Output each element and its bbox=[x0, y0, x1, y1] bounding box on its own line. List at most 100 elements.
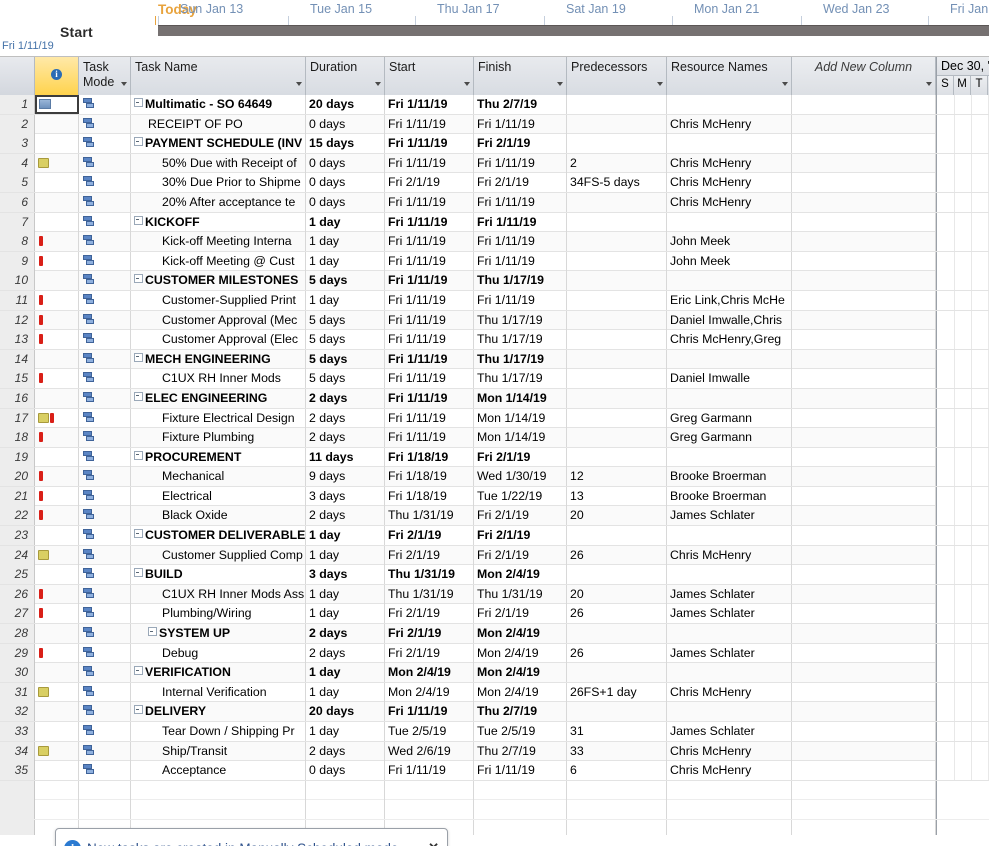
collapse-toggle-icon[interactable] bbox=[148, 627, 157, 637]
alert-indicator-icon[interactable] bbox=[39, 490, 43, 501]
auto-scheduled-icon[interactable] bbox=[83, 568, 95, 579]
row-start[interactable]: Fri 1/11/19 bbox=[385, 428, 474, 448]
row-number[interactable]: 14 bbox=[0, 349, 35, 369]
gantt-day-letter[interactable]: S bbox=[937, 76, 954, 95]
row-start[interactable]: Fri 1/11/19 bbox=[385, 114, 474, 134]
row-start[interactable]: Fri 1/11/19 bbox=[385, 192, 474, 212]
gantt-row-area[interactable] bbox=[936, 447, 989, 467]
row-duration[interactable]: 1 day bbox=[306, 251, 385, 271]
row-indicators[interactable] bbox=[35, 212, 79, 232]
gantt-row-area[interactable] bbox=[936, 722, 989, 741]
row-resource-names[interactable]: Brooke Broerman bbox=[667, 486, 792, 506]
row-add-new-column-cell[interactable] bbox=[792, 349, 936, 369]
empty-cell[interactable] bbox=[79, 800, 131, 820]
row-indicators[interactable] bbox=[35, 369, 79, 389]
empty-cell[interactable] bbox=[306, 800, 385, 820]
row-add-new-column-cell[interactable] bbox=[792, 624, 936, 644]
table-row[interactable]: 14 MECH ENGINEERING 5 days Fri 1/11/19 Thu 1… bbox=[0, 349, 989, 370]
gantt-row-area[interactable] bbox=[936, 114, 989, 134]
column-header-duration[interactable]: Duration bbox=[306, 57, 385, 95]
auto-scheduled-icon[interactable] bbox=[83, 705, 95, 716]
row-add-new-column-cell[interactable] bbox=[792, 428, 936, 448]
gantt-row-area[interactable] bbox=[936, 330, 989, 350]
auto-scheduled-icon[interactable] bbox=[83, 450, 95, 462]
row-predecessors[interactable] bbox=[567, 330, 667, 350]
close-icon[interactable]: ✕ bbox=[422, 840, 439, 846]
row-resource-names[interactable]: Chris McHenry bbox=[667, 682, 792, 702]
row-resource-names[interactable]: Chris McHenry bbox=[667, 545, 792, 565]
row-task-mode[interactable] bbox=[79, 330, 131, 350]
row-duration[interactable]: 5 days bbox=[306, 310, 385, 330]
row-duration[interactable]: 1 day bbox=[306, 545, 385, 565]
table-row[interactable]: 10 CUSTOMER MILESTONES 5 days Fri 1/11/19 Th… bbox=[0, 271, 989, 291]
row-number[interactable]: 7 bbox=[0, 212, 35, 232]
chevron-down-icon[interactable] bbox=[657, 82, 663, 86]
row-resource-names[interactable] bbox=[667, 134, 792, 154]
row-resource-names[interactable]: Greg Garmann bbox=[667, 408, 792, 428]
row-add-new-column-cell[interactable] bbox=[792, 761, 936, 781]
row-start[interactable]: Thu 1/31/19 bbox=[385, 506, 474, 526]
gantt-row-area[interactable] bbox=[936, 153, 989, 173]
row-duration[interactable]: 2 days bbox=[306, 428, 385, 448]
row-resource-names[interactable]: Chris McHenry bbox=[667, 192, 792, 212]
row-indicators[interactable] bbox=[35, 643, 79, 663]
row-finish[interactable]: Fri 2/1/19 bbox=[474, 545, 567, 565]
row-duration[interactable]: 20 days bbox=[306, 95, 385, 114]
row-resource-names[interactable]: John Meek bbox=[667, 232, 792, 252]
row-task-name[interactable]: SYSTEM UP bbox=[131, 624, 306, 644]
row-resource-names[interactable]: John Meek bbox=[667, 251, 792, 271]
empty-cell[interactable] bbox=[474, 800, 567, 820]
row-resource-names[interactable]: Eric Link,Chris McHe bbox=[667, 290, 792, 310]
column-header-add-new-column[interactable]: Add New Column bbox=[792, 57, 936, 95]
row-duration[interactable]: 1 day bbox=[306, 232, 385, 252]
gantt-row-area[interactable] bbox=[936, 663, 989, 683]
row-start[interactable]: Mon 2/4/19 bbox=[385, 682, 474, 702]
alert-indicator-icon[interactable] bbox=[39, 294, 43, 305]
row-number[interactable]: 18 bbox=[0, 428, 35, 448]
row-add-new-column-cell[interactable] bbox=[792, 722, 936, 741]
row-task-mode[interactable] bbox=[79, 663, 131, 683]
row-finish[interactable]: Mon 2/4/19 bbox=[474, 643, 567, 663]
table-row[interactable]: 8 Kick-off Meeting Interna 1 day Fri 1/11/1… bbox=[0, 232, 989, 252]
row-task-name[interactable]: BUILD bbox=[131, 565, 306, 585]
row-duration[interactable]: 15 days bbox=[306, 134, 385, 154]
row-predecessors[interactable] bbox=[567, 565, 667, 585]
row-predecessors[interactable] bbox=[567, 526, 667, 546]
row-task-name[interactable]: PAYMENT SCHEDULE (INV bbox=[131, 134, 306, 154]
row-duration[interactable]: 1 day bbox=[306, 212, 385, 232]
row-add-new-column-cell[interactable] bbox=[792, 663, 936, 683]
row-start[interactable]: Fri 1/11/19 bbox=[385, 134, 474, 154]
row-finish[interactable]: Mon 2/4/19 bbox=[474, 565, 567, 585]
table-row[interactable]: 17 Fixture Electrical Design 2 days Fri 1/1… bbox=[0, 408, 989, 429]
row-start[interactable]: Fri 2/1/19 bbox=[385, 643, 474, 663]
auto-scheduled-icon[interactable] bbox=[83, 254, 95, 266]
empty-table-row[interactable] bbox=[0, 800, 989, 820]
row-indicators[interactable] bbox=[35, 428, 79, 448]
column-header-start[interactable]: Start bbox=[385, 57, 474, 95]
row-predecessors[interactable] bbox=[567, 212, 667, 232]
row-finish[interactable]: Fri 1/11/19 bbox=[474, 212, 567, 232]
row-number[interactable]: 11 bbox=[0, 290, 35, 310]
gantt-row-area[interactable] bbox=[936, 192, 989, 212]
auto-scheduled-icon[interactable] bbox=[83, 137, 95, 148]
row-add-new-column-cell[interactable] bbox=[792, 506, 936, 526]
row-duration[interactable]: 2 days bbox=[306, 741, 385, 761]
empty-cell[interactable] bbox=[79, 780, 131, 800]
row-duration[interactable]: 3 days bbox=[306, 565, 385, 585]
chevron-down-icon[interactable] bbox=[464, 82, 470, 86]
column-header-task-mode[interactable]: Task Mode bbox=[79, 57, 131, 95]
row-predecessors[interactable] bbox=[567, 95, 667, 114]
gantt-row-area[interactable] bbox=[936, 388, 989, 408]
row-resource-names[interactable]: Chris McHenry bbox=[667, 741, 792, 761]
row-add-new-column-cell[interactable] bbox=[792, 134, 936, 154]
row-add-new-column-cell[interactable] bbox=[792, 702, 936, 722]
row-number[interactable]: 22 bbox=[0, 506, 35, 526]
row-resource-names[interactable] bbox=[667, 565, 792, 585]
row-task-name[interactable]: PROCUREMENT bbox=[131, 447, 306, 467]
row-task-name[interactable]: VERIFICATION bbox=[131, 663, 306, 683]
row-add-new-column-cell[interactable] bbox=[792, 114, 936, 134]
row-predecessors[interactable]: 12 bbox=[567, 467, 667, 487]
row-indicators[interactable] bbox=[35, 192, 79, 212]
row-task-mode[interactable] bbox=[79, 349, 131, 369]
row-duration[interactable]: 1 day bbox=[306, 604, 385, 624]
